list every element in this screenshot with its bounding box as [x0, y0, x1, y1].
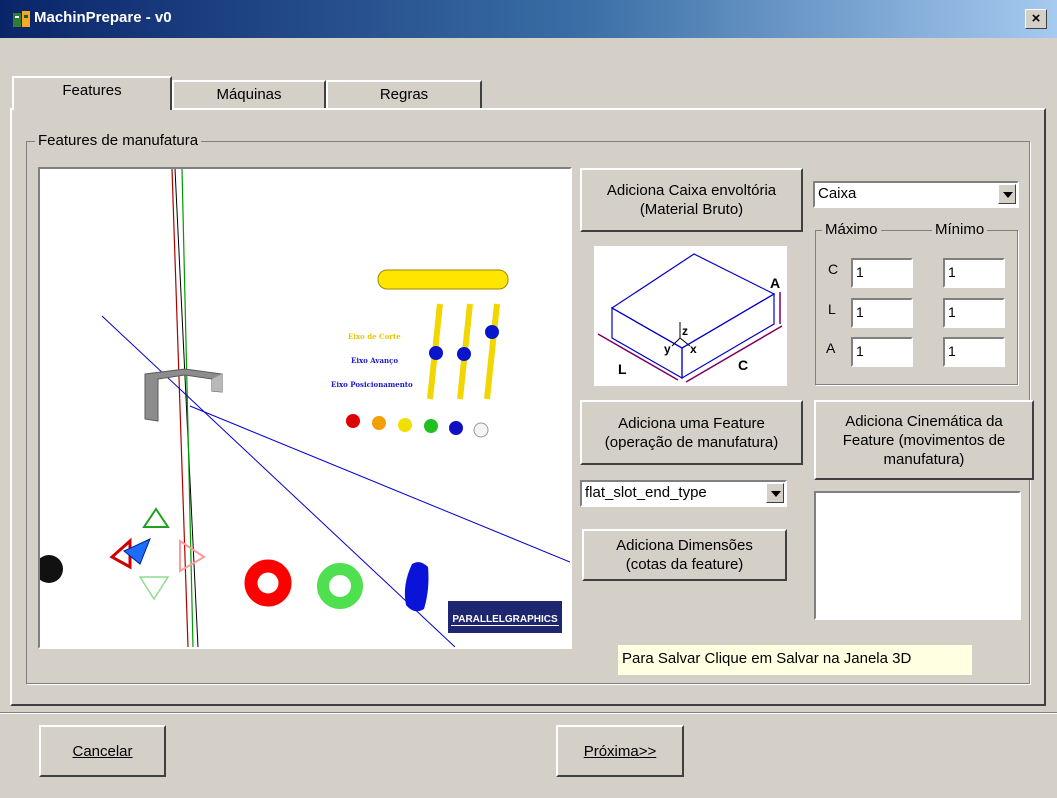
- title-bar: MachinPrepare - v0 ×: [0, 0, 1057, 38]
- chevron-down-icon[interactable]: [998, 184, 1016, 204]
- label-eixo-posicionamento: Eixo Posicionamento: [331, 380, 413, 389]
- add-kinematics-button[interactable]: Adiciona Cinemática da Feature (moviment…: [814, 400, 1034, 480]
- save-hint-text: Para Salvar Clique em Salvar na Janela 3…: [618, 645, 972, 675]
- tab-features[interactable]: Features: [12, 76, 172, 110]
- window-title: MachinPrepare - v0: [34, 9, 172, 26]
- label-eixo-avanco: Eixo Avanço: [351, 356, 398, 365]
- max-label: Máximo: [822, 221, 881, 238]
- box-diagram-drawing: A L C z y x: [597, 253, 783, 383]
- add-dimensions-button[interactable]: Adiciona Dimensões (cotas da feature): [582, 529, 787, 581]
- feature-type-select[interactable]: flat_slot_end_type: [580, 480, 787, 507]
- bottom-separator: [0, 712, 1057, 714]
- app-icon: [13, 11, 30, 27]
- dim-label-l: L: [828, 301, 836, 317]
- viewer-scene: Eixo de Corte Eixo Avanço Eixo Posiciona…: [40, 169, 570, 647]
- close-button[interactable]: ×: [1025, 9, 1047, 29]
- cancel-button[interactable]: Cancelar: [39, 725, 166, 777]
- feature-type-value: flat_slot_end_type: [585, 484, 707, 501]
- tab-regras[interactable]: Regras: [326, 80, 482, 108]
- label-eixo-corte: Eixo de Corte: [348, 332, 401, 341]
- max-l-input[interactable]: 1: [851, 298, 913, 328]
- add-feature-button[interactable]: Adiciona uma Feature (operação de manufa…: [580, 400, 803, 465]
- diagram-label-y: y: [664, 342, 671, 356]
- box-diagram: A L C z y x: [594, 246, 787, 386]
- diagram-label-x: x: [690, 342, 697, 356]
- tab-maquinas[interactable]: Máquinas: [172, 80, 326, 108]
- diagram-label-c: C: [738, 357, 748, 373]
- max-c-input[interactable]: 1: [851, 258, 913, 288]
- next-button[interactable]: Próxima>>: [556, 725, 684, 777]
- diagram-label-z: z: [682, 324, 688, 338]
- shape-select-value: Caixa: [818, 185, 857, 202]
- chevron-down-icon[interactable]: [766, 483, 784, 503]
- dim-label-c: C: [828, 261, 839, 277]
- add-bounding-box-button[interactable]: Adiciona Caixa envoltória (Material Brut…: [580, 168, 803, 232]
- diagram-label-l: L: [618, 361, 627, 377]
- dim-label-a: A: [826, 340, 836, 356]
- min-a-input[interactable]: 1: [943, 337, 1005, 367]
- kinematics-list[interactable]: [814, 491, 1021, 620]
- min-l-input[interactable]: 1: [943, 298, 1005, 328]
- viewer-3d[interactable]: Eixo de Corte Eixo Avanço Eixo Posiciona…: [38, 167, 572, 649]
- features-group-legend: Features de manufatura: [35, 132, 202, 149]
- diagram-label-a: A: [770, 275, 780, 291]
- shape-select[interactable]: Caixa: [813, 181, 1019, 208]
- max-a-input[interactable]: 1: [851, 337, 913, 367]
- min-label: Mínimo: [932, 221, 988, 238]
- parallelgraphics-logo: PARALLELGRAPHICS: [452, 614, 558, 625]
- min-c-input[interactable]: 1: [943, 258, 1005, 288]
